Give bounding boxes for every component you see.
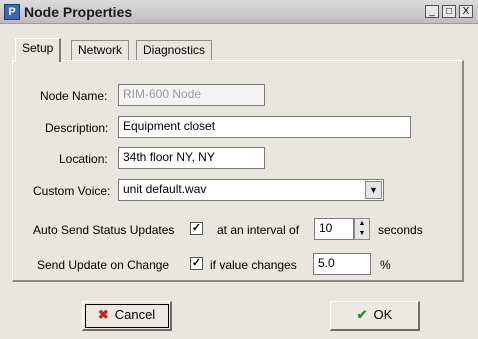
interval-label: at an interval of [217,223,300,237]
interval-unit-label: seconds [378,223,423,237]
node-properties-app-icon: P [4,4,20,20]
node-name-label: Node Name: [40,89,108,103]
description-label: Description: [45,121,109,135]
cancel-button[interactable]: ✖ Cancel [82,301,172,331]
custom-voice-value: unit default.wav [123,182,207,196]
maximize-button[interactable]: □ [442,5,456,18]
spin-up-icon[interactable]: ▲ [355,219,369,229]
description-field[interactable]: Equipment closet [118,116,411,138]
tab-diagnostics[interactable]: Diagnostics [136,40,213,61]
send-on-change-label: Send Update on Change [37,258,170,272]
tab-setup[interactable]: Setup [15,38,62,62]
red-x-icon: ✖ [97,307,109,322]
location-field[interactable]: 34th floor NY, NY [118,147,265,169]
interval-spinner[interactable]: ▲ ▼ [354,218,370,240]
location-label: Location: [59,152,108,166]
send-on-change-checkbox[interactable]: ✓ [190,257,203,270]
tab-network[interactable]: Network [71,40,130,61]
chevron-down-icon[interactable]: ▼ [365,181,382,199]
auto-send-checkbox[interactable]: ✓ [190,222,203,235]
window-title: Node Properties [24,4,133,20]
node-name-field[interactable]: RIM-600 Node [118,84,265,106]
minimize-button[interactable]: _ [425,5,439,18]
green-checkmark-icon: ✔ [356,307,368,322]
interval-input[interactable]: 10 [314,218,354,240]
spin-down-icon[interactable]: ▼ [355,229,369,239]
title-bar[interactable]: P Node Properties _ □ X [0,0,478,24]
percent-unit-label: % [380,258,391,272]
change-condition-label: if value changes [210,258,297,272]
change-threshold-input[interactable]: 5.0 [313,253,371,275]
node-properties-window: P Node Properties _ □ X Setup Network Di… [0,0,478,339]
ok-button[interactable]: ✔ OK [330,301,420,331]
ok-button-label: OK [373,307,393,322]
custom-voice-select[interactable]: unit default.wav ▼ [118,179,384,201]
cancel-button-label: Cancel [114,307,156,322]
close-button[interactable]: X [459,5,473,18]
custom-voice-label: Custom Voice: [33,184,111,198]
auto-send-label: Auto Send Status Updates [33,223,175,237]
